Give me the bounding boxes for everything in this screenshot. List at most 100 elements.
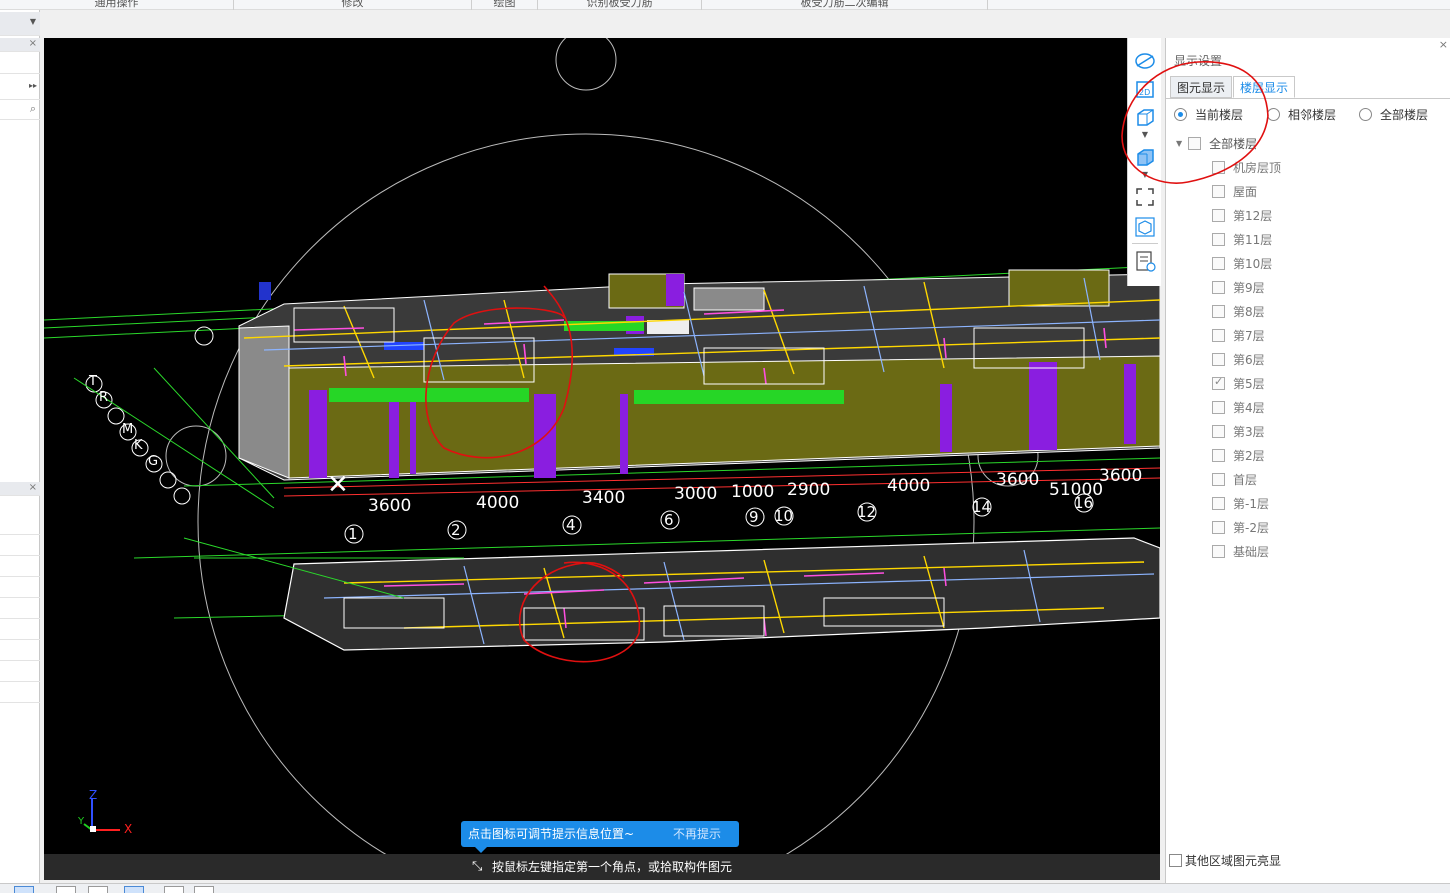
- cursor-arrows-icon[interactable]: ⤡: [472, 854, 482, 880]
- floor-label: 第-1层: [1233, 496, 1269, 511]
- axis-z-label: Z: [89, 788, 98, 802]
- floor-item[interactable]: 第3层: [1212, 422, 1265, 440]
- floor-item[interactable]: 第4层: [1212, 398, 1265, 416]
- lower-floor-plan: [283, 537, 1160, 651]
- ribbon-group-draw[interactable]: 绘图: [472, 0, 538, 10]
- property-row[interactable]: [0, 640, 40, 661]
- bottom-tool-button[interactable]: [164, 886, 184, 893]
- property-row[interactable]: [0, 682, 40, 703]
- floor-item[interactable]: 第11层: [1212, 230, 1272, 248]
- left-panel-row: ▸▸: [0, 74, 40, 100]
- axis-number: 2: [451, 521, 461, 539]
- axis-y-label: Y: [78, 816, 85, 827]
- checkbox[interactable]: [1212, 544, 1225, 558]
- red-annotation-circle: [1121, 61, 1269, 184]
- floor-label: 第10层: [1233, 256, 1273, 271]
- floor-item[interactable]: 基础层: [1212, 542, 1269, 560]
- dimension-label: 3400: [582, 488, 626, 508]
- left-panel-search[interactable]: ⌕: [0, 100, 40, 120]
- dimension-label: 4000: [887, 476, 931, 496]
- checkbox[interactable]: [1212, 304, 1225, 318]
- ribbon-group-general[interactable]: 通用操作: [0, 0, 234, 10]
- model-viewport[interactable]: ✕ 3600 4000 3400 3000 1000 2900 4000 360…: [44, 38, 1160, 880]
- property-row[interactable]: [0, 577, 40, 598]
- floor-label: 首层: [1233, 472, 1258, 487]
- floor-item[interactable]: 第5层: [1212, 374, 1265, 392]
- floor-label: 第-2层: [1233, 520, 1269, 535]
- element-cube-icon[interactable]: [1132, 214, 1158, 240]
- ribbon-group-modify[interactable]: 修改: [234, 0, 472, 10]
- floor-item[interactable]: 第2层: [1212, 446, 1265, 464]
- checkbox[interactable]: [1212, 328, 1225, 342]
- toolstrip-divider: [1132, 243, 1158, 244]
- dimension-label: 4000: [476, 493, 520, 513]
- property-row[interactable]: [0, 535, 40, 556]
- dismiss-hint-link[interactable]: 不再提示: [673, 821, 721, 847]
- checkbox[interactable]: [1212, 208, 1225, 222]
- axis-letter: R: [99, 390, 109, 405]
- floor-label: 第2层: [1233, 448, 1265, 463]
- axis-number: 1: [348, 525, 358, 543]
- bottom-tool-button[interactable]: [88, 886, 108, 893]
- floor-label: 第6层: [1233, 352, 1265, 367]
- property-row[interactable]: [0, 556, 40, 577]
- checkbox[interactable]: [1212, 256, 1225, 270]
- floor-item[interactable]: 第10层: [1212, 254, 1272, 272]
- checkbox[interactable]: [1212, 448, 1225, 462]
- radio-adjacent-floors[interactable]: 相邻楼层: [1267, 105, 1336, 123]
- radio-button[interactable]: [1359, 107, 1372, 121]
- checkbox[interactable]: [1212, 424, 1225, 438]
- floor-label: 第7层: [1233, 328, 1265, 343]
- side-wall: [238, 325, 290, 479]
- checkbox[interactable]: [1169, 854, 1182, 867]
- radio-all-floors[interactable]: 全部楼层: [1359, 105, 1428, 123]
- left-panel-header: ×: [0, 38, 40, 52]
- bottom-tool-button[interactable]: [14, 886, 34, 893]
- axis-x-label: X: [124, 822, 133, 836]
- bottom-tool-button[interactable]: [194, 886, 214, 893]
- building-3d-model: ✕: [44, 38, 1160, 880]
- floor-item[interactable]: 第9层: [1212, 278, 1265, 296]
- floor-item[interactable]: 第-1层: [1212, 494, 1269, 512]
- checkbox[interactable]: [1212, 520, 1225, 534]
- display-settings-panel: × 显示设置 图元显示 楼层显示 当前楼层 相邻楼层 全部楼层 ▼ 全部楼层 机…: [1121, 38, 1450, 883]
- checkbox[interactable]: [1212, 352, 1225, 366]
- floor-item[interactable]: 第12层: [1212, 206, 1272, 224]
- ribbon-group-identify-rebar[interactable]: 识别板受力筋: [538, 0, 702, 10]
- axis-number: 12: [857, 503, 877, 521]
- floor-item[interactable]: 第-2层: [1212, 518, 1269, 536]
- command-prompt-bar: ⤡ 按鼠标左键指定第一个角点，或拾取构件图元: [44, 854, 1160, 880]
- property-row[interactable]: [0, 514, 40, 535]
- display-settings-icon[interactable]: [1132, 248, 1158, 274]
- expand-icon[interactable]: ▸▸: [29, 81, 37, 90]
- property-row[interactable]: [0, 598, 40, 619]
- floor-label: 第9层: [1233, 280, 1265, 295]
- axis-gizmo: [83, 798, 120, 832]
- left-panel-dropdown[interactable]: ▼: [0, 12, 40, 36]
- dimension-label: 1000: [731, 482, 775, 502]
- close-icon[interactable]: ×: [1439, 38, 1448, 51]
- hint-tooltip[interactable]: 点击图标可调节提示信息位置~ 不再提示: [461, 821, 739, 853]
- ribbon-group-rebar-edit[interactable]: 板受力筋二次编辑: [702, 0, 988, 10]
- checkbox[interactable]: [1212, 375, 1225, 390]
- checkbox[interactable]: [1212, 496, 1225, 510]
- property-row[interactable]: [0, 619, 40, 640]
- property-row[interactable]: [0, 661, 40, 682]
- floor-item[interactable]: 第7层: [1212, 326, 1265, 344]
- other-region-highlight-option[interactable]: 其他区域图元亮显: [1169, 852, 1281, 869]
- checkbox[interactable]: [1212, 400, 1225, 414]
- checkbox[interactable]: [1212, 472, 1225, 486]
- floor-item[interactable]: 第6层: [1212, 350, 1265, 368]
- bottom-tool-button[interactable]: [56, 886, 76, 893]
- floor-label: 第8层: [1233, 304, 1265, 319]
- axis-number: 6: [664, 511, 674, 529]
- search-icon[interactable]: ⌕: [30, 102, 36, 116]
- floor-item[interactable]: 第8层: [1212, 302, 1265, 320]
- floor-item[interactable]: 首层: [1212, 470, 1257, 488]
- checkbox[interactable]: [1212, 232, 1225, 246]
- axis-letter: M: [122, 422, 134, 437]
- bottom-tool-button[interactable]: [124, 886, 144, 893]
- checkbox[interactable]: [1212, 280, 1225, 294]
- close-icon[interactable]: ×: [29, 482, 37, 493]
- close-icon[interactable]: ×: [29, 38, 37, 49]
